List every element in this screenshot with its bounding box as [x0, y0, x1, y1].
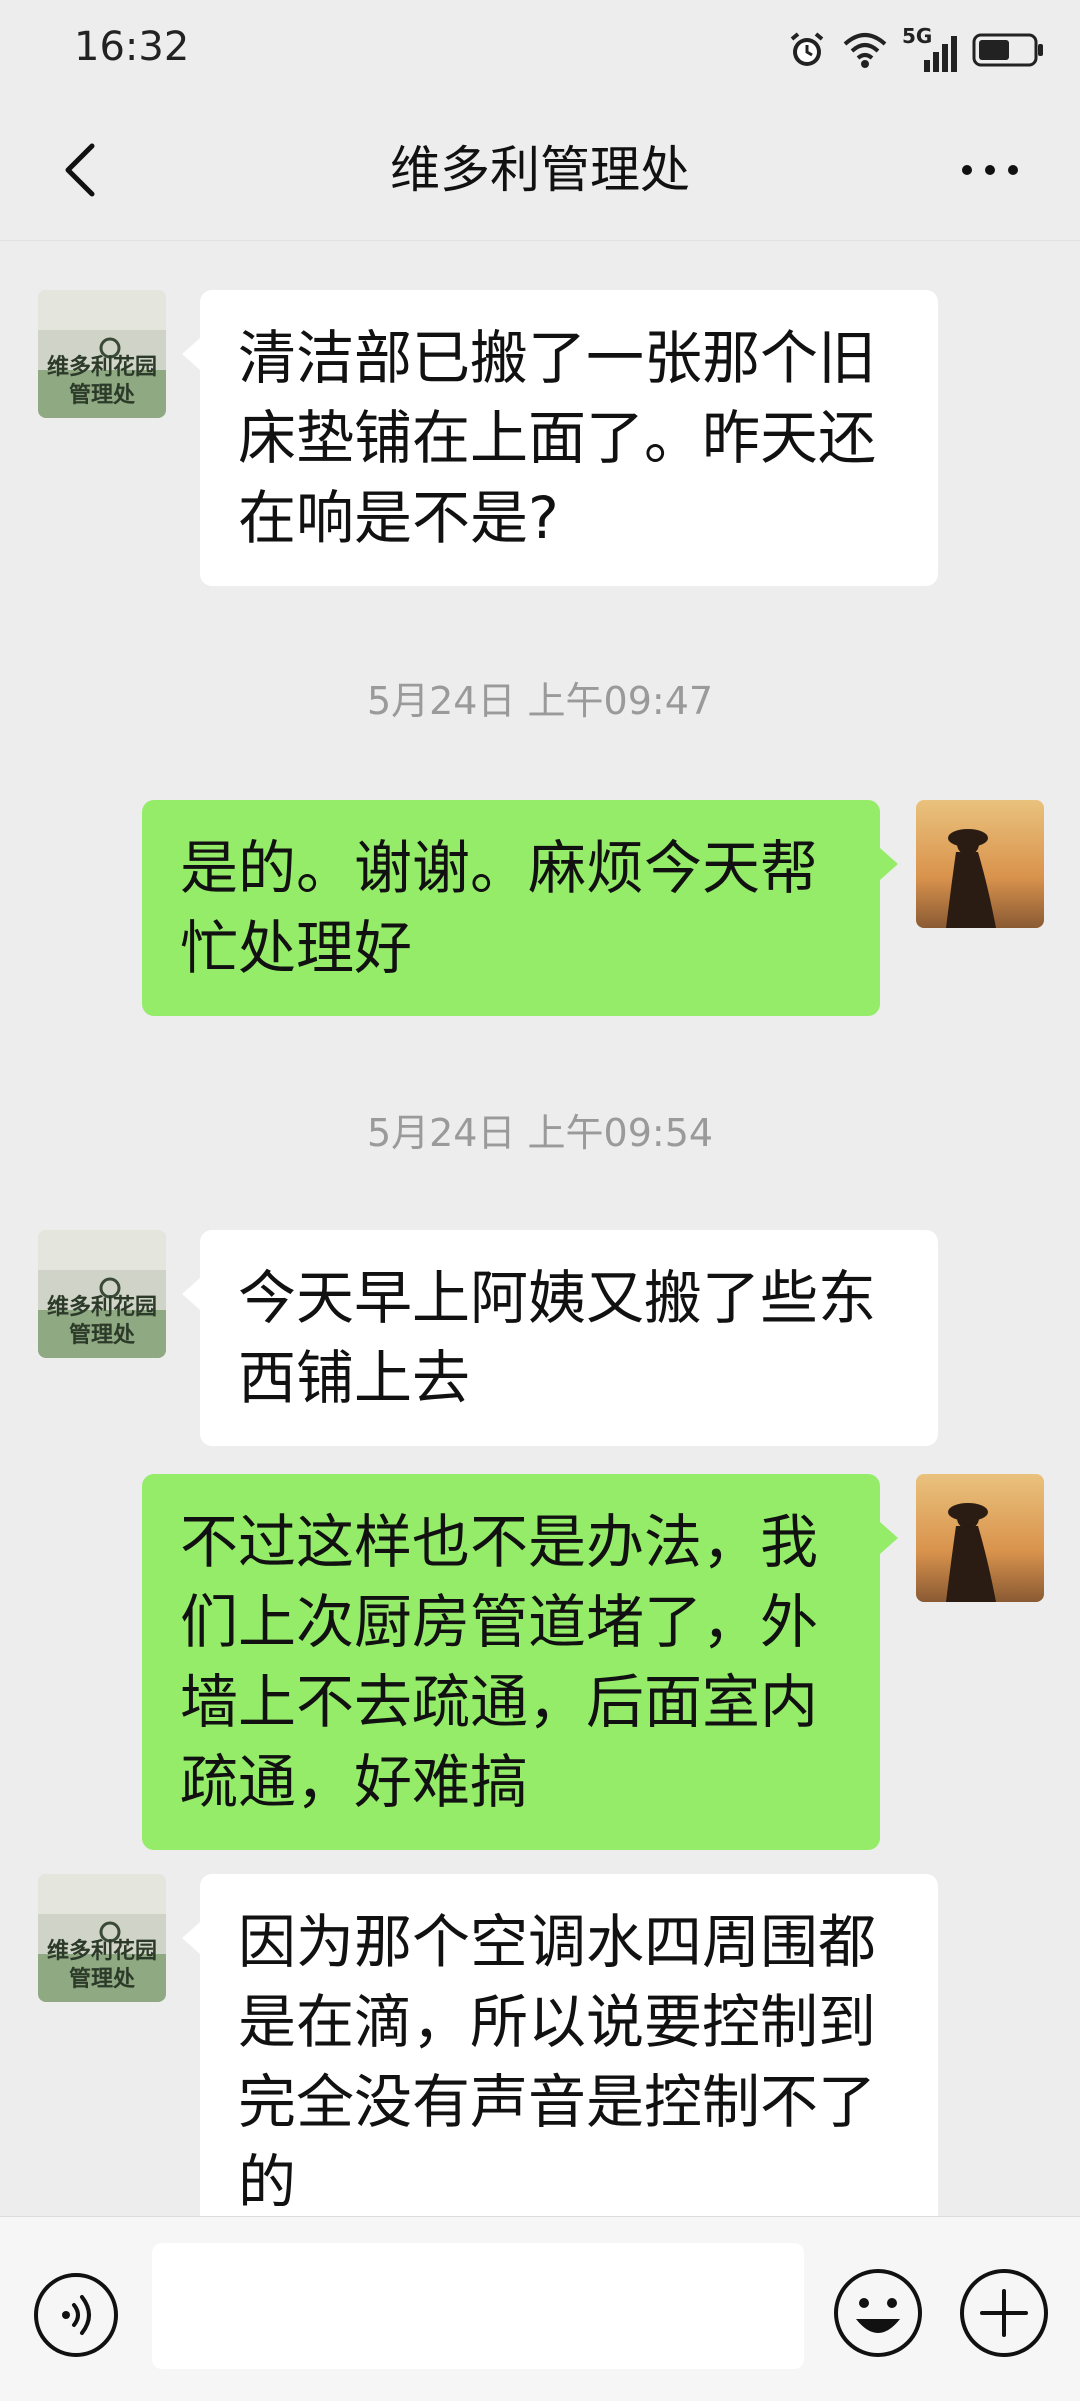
- chat-title: 维多利管理处: [390, 141, 690, 199]
- contact-avatar[interactable]: 维多利花园 管理处: [38, 290, 166, 418]
- more-functions-button[interactable]: [958, 2267, 1050, 2359]
- message-timestamp: 5月24日 上午09:54: [366, 1111, 714, 1155]
- svg-text:管理处: 管理处: [69, 1966, 135, 1992]
- battery-icon: [972, 33, 1043, 67]
- message-input[interactable]: [152, 2243, 804, 2369]
- svg-text:维多利花园: 维多利花园: [47, 354, 157, 380]
- plus-icon: [960, 2269, 1048, 2357]
- contact-avatar[interactable]: 维多利花园 管理处: [38, 1230, 166, 1358]
- bubble-tail: [880, 848, 898, 880]
- message-bubble-incoming[interactable]: 清洁部已搬了一张那个旧床垫铺在上面了。昨天还在响是不是?: [200, 290, 938, 586]
- voice-button[interactable]: [32, 2271, 120, 2359]
- bubble-tail: [182, 1278, 200, 1310]
- emoji-button[interactable]: [832, 2267, 924, 2359]
- svg-text:维多利花园: 维多利花园: [47, 1938, 157, 1964]
- bubble-tail: [182, 1922, 200, 1954]
- message-bubble-incoming[interactable]: 因为那个空调水四周围都是在滴，所以说要控制到完全没有声音是控制不了的: [200, 1874, 938, 2250]
- voice-icon: [34, 2273, 118, 2357]
- signal-icon: 5G: [902, 24, 958, 72]
- more-button[interactable]: [940, 130, 1040, 210]
- svg-text:管理处: 管理处: [69, 1322, 135, 1348]
- message-timestamp: 5月24日 上午09:47: [366, 679, 714, 723]
- chat-input-bar: [0, 2216, 1080, 2401]
- emoji-icon: [834, 2269, 922, 2357]
- message-bubble-outgoing[interactable]: 不过这样也不是办法，我们上次厨房管道堵了，外墙上不去疏通，后面室内疏通，好难搞: [142, 1474, 880, 1850]
- message-bubble-incoming[interactable]: 今天早上阿姨又搬了些东西铺上去: [200, 1230, 938, 1446]
- contact-avatar[interactable]: 维多利花园 管理处: [38, 1874, 166, 2002]
- status-bar: 16:32 5G: [0, 0, 1080, 100]
- more-icon: [962, 165, 1018, 175]
- svg-text:管理处: 管理处: [69, 382, 135, 408]
- wifi-icon: [843, 33, 887, 68]
- user-avatar[interactable]: [916, 1474, 1044, 1602]
- svg-text:维多利花园: 维多利花园: [47, 1294, 157, 1320]
- message-bubble-outgoing[interactable]: 是的。谢谢。麻烦今天帮忙处理好: [142, 800, 880, 1016]
- network-type-label: 5G: [902, 24, 933, 48]
- bubble-tail: [182, 338, 200, 370]
- bubble-tail: [880, 1522, 898, 1554]
- user-avatar[interactable]: [916, 800, 1044, 928]
- status-icons: 5G: [786, 24, 1046, 76]
- alarm-icon: [790, 32, 824, 66]
- status-time: 16:32: [74, 24, 190, 70]
- chat-header: 维多利管理处: [0, 100, 1080, 241]
